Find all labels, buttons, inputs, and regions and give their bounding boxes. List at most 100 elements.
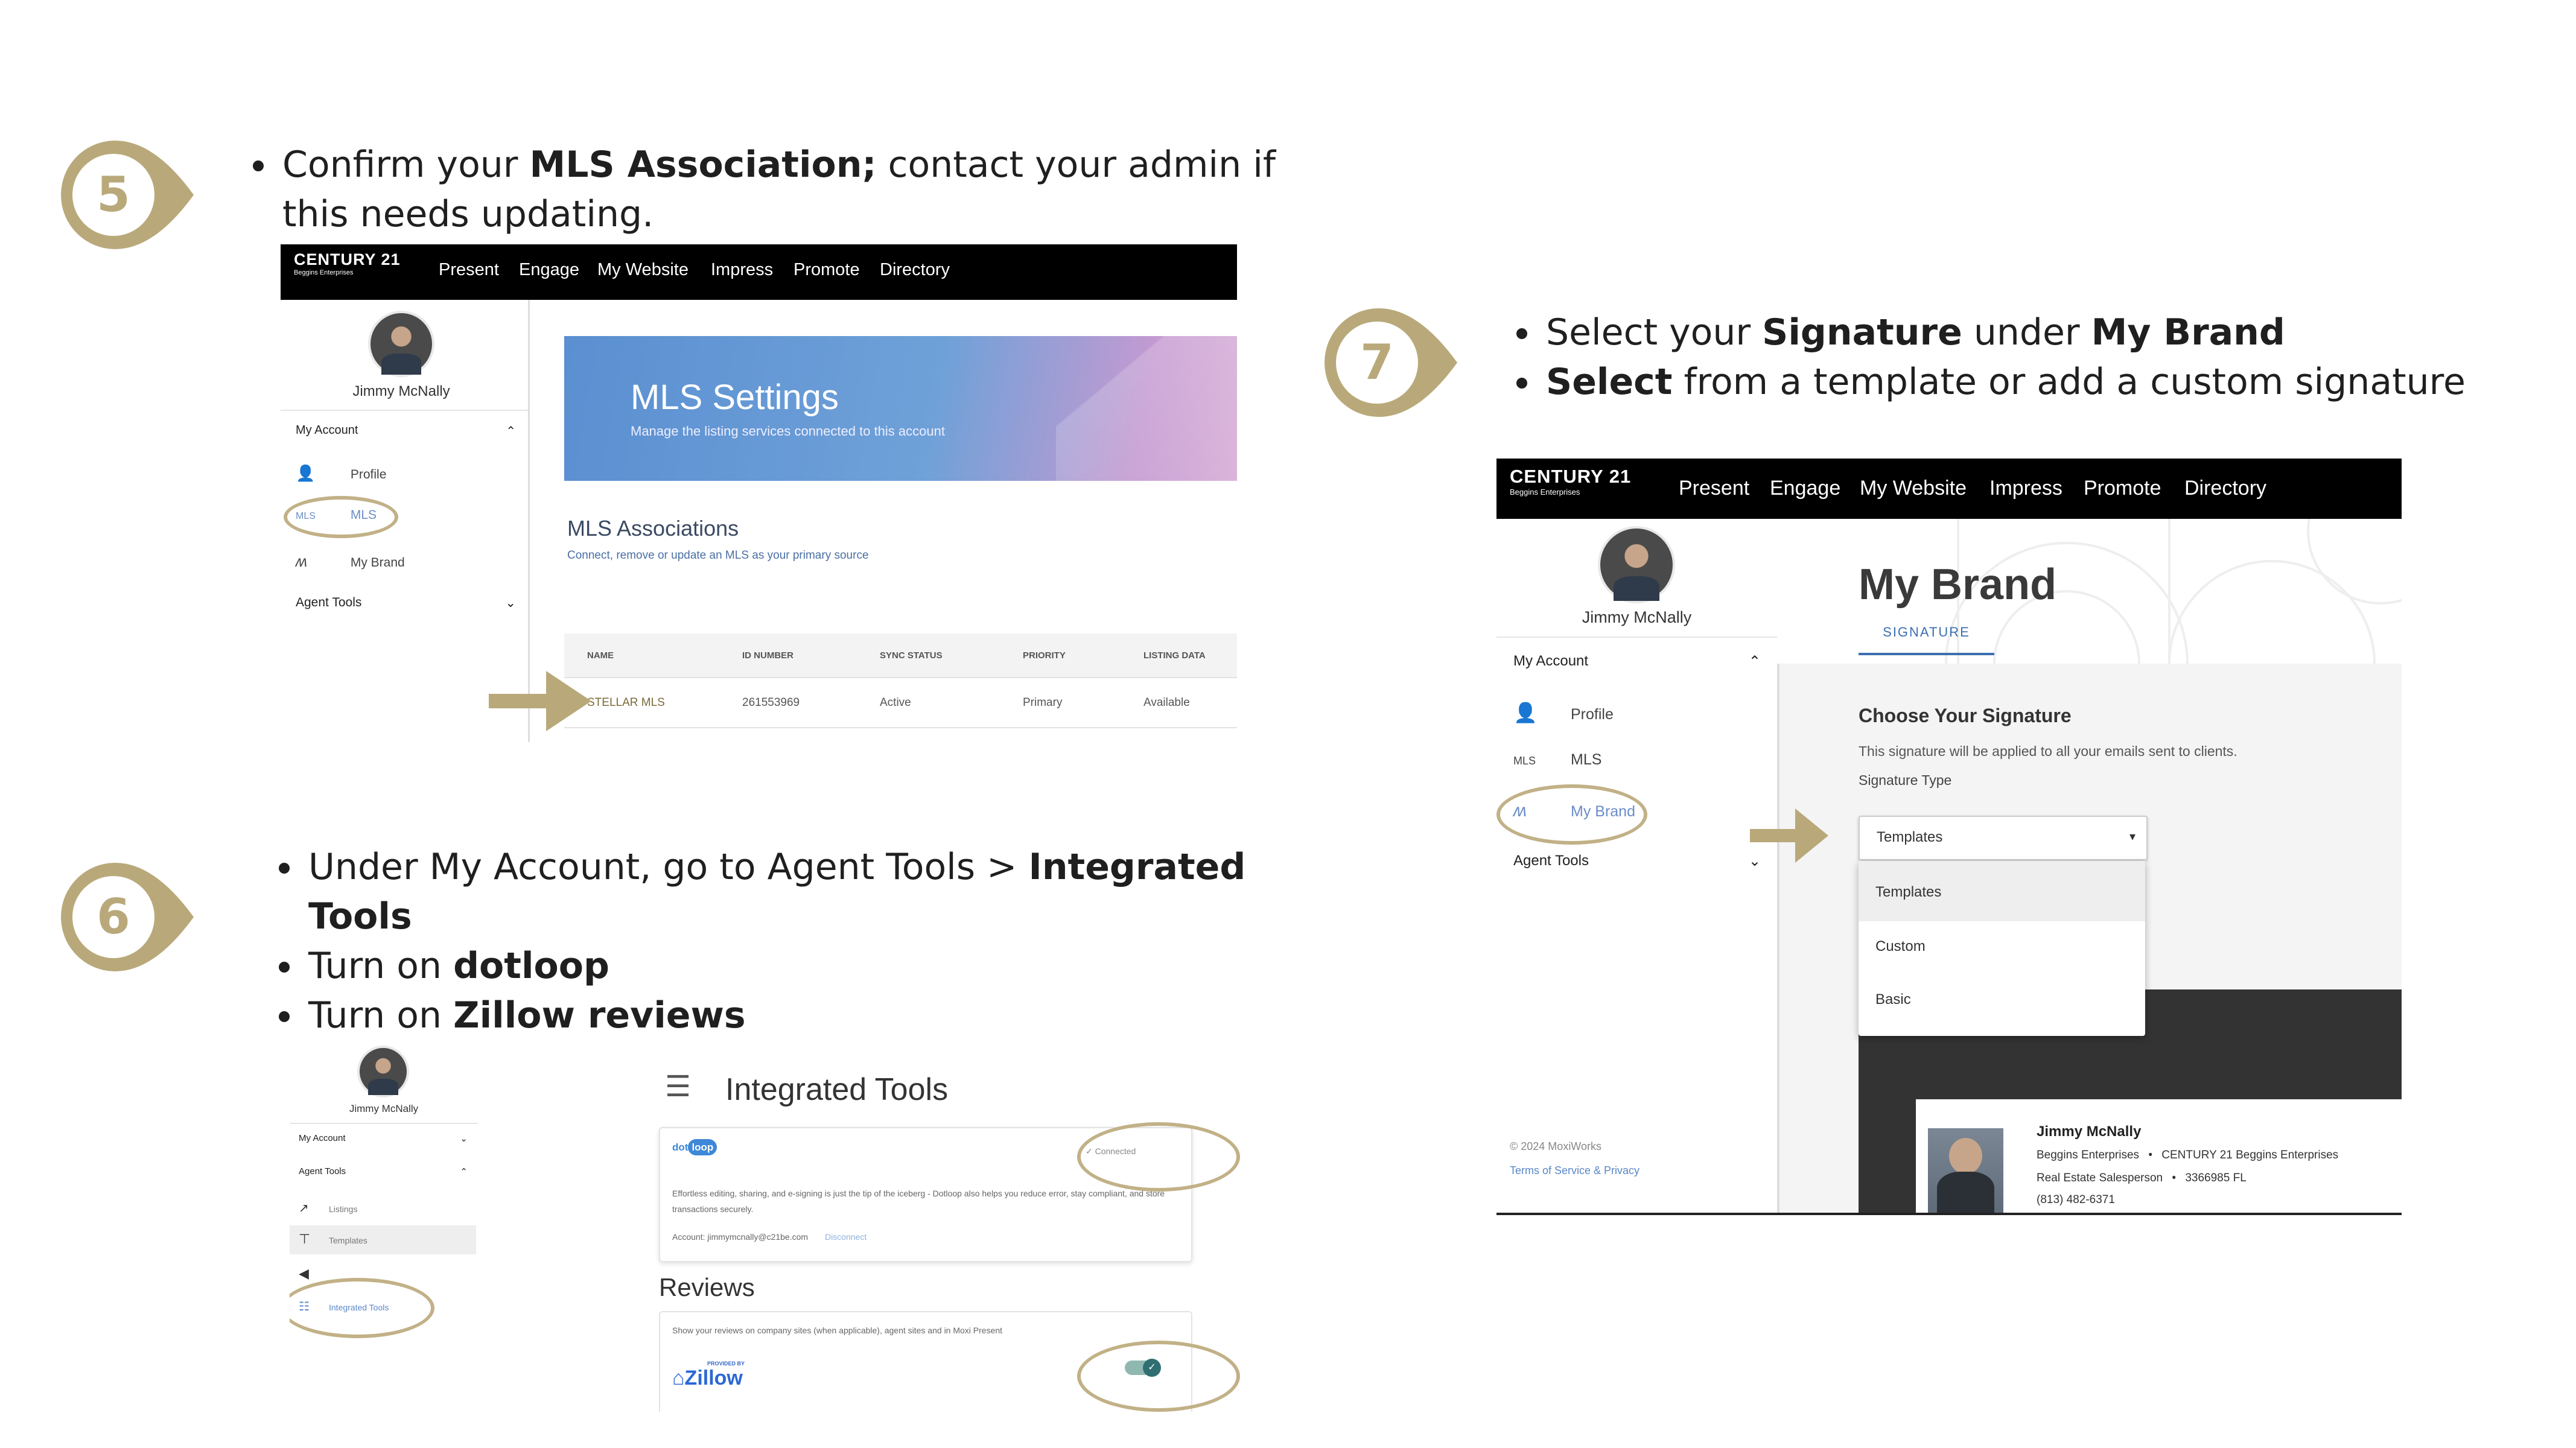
instruction: Confirm your MLS Association; contact yo… <box>279 140 1305 239</box>
sidebar-agent-tools[interactable]: Agent Tools ⌄ <box>1513 853 1761 870</box>
sidebar-item-listings[interactable]: ↗ Listings <box>299 1201 357 1216</box>
zillow-logo: ⌂Zillow <box>672 1367 743 1389</box>
my-brand-screenshot: CENTURY 21 Beggins Enterprises Present E… <box>1496 459 2402 1215</box>
provided-by: PROVIDED BY <box>707 1361 745 1367</box>
step-number: 7 <box>1360 334 1394 390</box>
arrow-icon <box>489 671 591 731</box>
chevron-down-icon: ⌄ <box>460 1134 468 1144</box>
user-name: Jimmy McNally <box>1582 608 1692 626</box>
nav-present[interactable]: Present <box>1679 477 1749 500</box>
avatar[interactable] <box>368 311 434 377</box>
nav-directory[interactable]: Directory <box>2184 477 2266 500</box>
sidebar: Jimmy McNally My Account ⌃ 👤 Profile MLS ML… <box>1496 519 1779 1213</box>
account-label: Account: jimmymcnally@c21be.com Disconne… <box>672 1232 867 1242</box>
chevron-up-icon: ⌃ <box>506 425 516 438</box>
nav-engage[interactable]: Engage <box>1770 477 1840 500</box>
option-basic[interactable]: Basic <box>1859 976 2145 1030</box>
sidebar-item-mls[interactable]: MLS MLS <box>1513 751 1601 769</box>
dotloop-description: Effortless editing, sharing, and e-signi… <box>672 1189 1165 1214</box>
arrow-icon <box>1750 808 1828 863</box>
nav-impress[interactable]: Impress <box>1989 477 2062 500</box>
nav-directory[interactable]: Directory <box>880 260 950 280</box>
sig-name: Jimmy McNally <box>2037 1123 2142 1140</box>
highlight-circle <box>1077 1122 1240 1192</box>
sidebar-item-profile[interactable]: 👤 Profile <box>1513 701 1614 724</box>
footer-terms-link[interactable]: Terms of Service & Privacy <box>1510 1164 1639 1177</box>
sidebar: Jimmy McNally My Account ⌄ Agent Tools ⌃ ↗… <box>290 1043 480 1412</box>
highlight-circle <box>1496 784 1647 845</box>
banner-title: MLS Settings <box>631 378 839 417</box>
user-name: Jimmy McNally <box>349 1103 419 1114</box>
step-7-badge: 7 <box>1321 305 1460 420</box>
signature-type-dropdown: Templates Custom Basic <box>1859 861 2145 1036</box>
sidebar-my-account[interactable]: My Account ⌃ <box>296 424 516 439</box>
sidebar-my-account[interactable]: My Account ⌃ <box>1513 653 1761 670</box>
step-5-badge: 5 <box>58 138 197 252</box>
section-subtitle: Connect, remove or update an MLS as your… <box>567 549 869 562</box>
caret-down-icon: ▾ <box>2129 830 2136 843</box>
signature-photo <box>1928 1128 2003 1213</box>
highlight-circle <box>1077 1341 1240 1412</box>
sidebar-my-account[interactable]: My Account ⌄ <box>299 1133 468 1144</box>
megaphone-icon: ◀ <box>299 1266 309 1281</box>
sig-phone: (813) 482-6371 <box>2037 1193 2115 1206</box>
nav-promote[interactable]: Promote <box>2084 477 2161 500</box>
chevron-up-icon: ⌃ <box>1748 653 1761 670</box>
step-number: 5 <box>97 167 130 223</box>
top-navbar: CENTURY 21 Beggins Enterprises Present E… <box>281 244 1237 300</box>
user-name: Jimmy McNally <box>352 383 450 399</box>
top-navbar: CENTURY 21 Beggins Enterprises Present E… <box>1496 459 2402 519</box>
table-row[interactable]: STELLAR MLS 261553969 Active Primary Ava… <box>564 688 1237 724</box>
signature-icon: ʍ <box>296 552 307 570</box>
zillow-icon: ⌂ <box>672 1367 685 1389</box>
nav-present[interactable]: Present <box>439 260 499 280</box>
sliders-icon: ☰ <box>665 1071 692 1103</box>
option-custom[interactable]: Custom <box>1859 921 2145 976</box>
tab-signature[interactable]: SIGNATURE <box>1859 618 1994 655</box>
chevron-up-icon: ⌃ <box>460 1167 468 1177</box>
instruction: Turn on Zillow reviews <box>305 991 1361 1040</box>
disconnect-link[interactable]: Disconnect <box>825 1232 867 1242</box>
mls-banner: MLS Settings Manage the listing services… <box>564 336 1237 481</box>
reviews-title: Reviews <box>659 1273 755 1301</box>
footer-copyright: © 2024 MoxiWorks <box>1510 1140 1601 1152</box>
signature-card: Jimmy McNally Beggins Enterprises • CENT… <box>1916 1099 2402 1213</box>
avatar[interactable] <box>1598 526 1675 603</box>
option-templates[interactable]: Templates <box>1859 861 2145 921</box>
dotloop-logo: dot loop <box>672 1139 717 1155</box>
century21-logo[interactable]: CENTURY 21 Beggins Enterprises <box>294 250 401 276</box>
nav-engage[interactable]: Engage <box>519 260 579 280</box>
signature-type-label: Signature Type <box>1859 772 1952 788</box>
nav-promote[interactable]: Promote <box>793 260 860 280</box>
integrated-tools-screenshot: Jimmy McNally My Account ⌄ Agent Tools ⌃ ↗… <box>290 1043 1204 1412</box>
section-title: MLS Associations <box>567 516 739 541</box>
banner-subtitle: Manage the listing services connected to… <box>631 424 945 439</box>
sidebar-agent-tools[interactable]: Agent Tools ⌄ <box>296 595 516 611</box>
chevron-down-icon: ⌄ <box>505 596 516 610</box>
step-7-instructions: Select your Signature under My Brand Sel… <box>1505 308 2576 407</box>
mls-table: NAME ID NUMBER SYNC STATUS PRIORITY LIST… <box>564 634 1237 730</box>
sidebar-item-profile[interactable]: 👤 Profile <box>296 464 386 483</box>
highlight-circle <box>284 496 398 538</box>
brand-header: My Brand SIGNATURE <box>1777 519 2402 664</box>
nav-my-website[interactable]: My Website <box>597 260 689 280</box>
sidebar-agent-tools[interactable]: Agent Tools ⌃ <box>299 1166 468 1177</box>
highlight-circle <box>290 1278 434 1338</box>
step-6-badge: 6 <box>58 860 197 974</box>
instruction: Under My Account, go to Agent Tools > In… <box>305 842 1361 941</box>
nav-impress[interactable]: Impress <box>711 260 773 280</box>
step-5-instructions: Confirm your MLS Association; contact yo… <box>241 140 1305 239</box>
step-number: 6 <box>97 889 130 945</box>
nav-my-website[interactable]: My Website <box>1860 477 1967 500</box>
person-icon: 👤 <box>296 464 316 482</box>
century21-logo[interactable]: CENTURY 21 Beggins Enterprises <box>1510 466 1631 497</box>
mls-icon: MLS <box>1513 755 1536 767</box>
sidebar-item-templates[interactable]: ⊤ Templates <box>290 1225 476 1254</box>
sig-title: Real Estate Salesperson • 3366985 FL <box>2037 1172 2247 1184</box>
choose-signature-heading: Choose Your Signature <box>1859 705 2072 726</box>
avatar[interactable] <box>357 1046 409 1097</box>
sidebar-item-my-brand[interactable]: ʍ My Brand <box>296 552 405 571</box>
instruction: Select from a template or add a custom s… <box>1542 357 2576 407</box>
signature-type-select[interactable]: Templates ▾ <box>1859 816 2148 860</box>
mls-settings-screenshot: CENTURY 21 Beggins Enterprises Present E… <box>281 244 1237 742</box>
